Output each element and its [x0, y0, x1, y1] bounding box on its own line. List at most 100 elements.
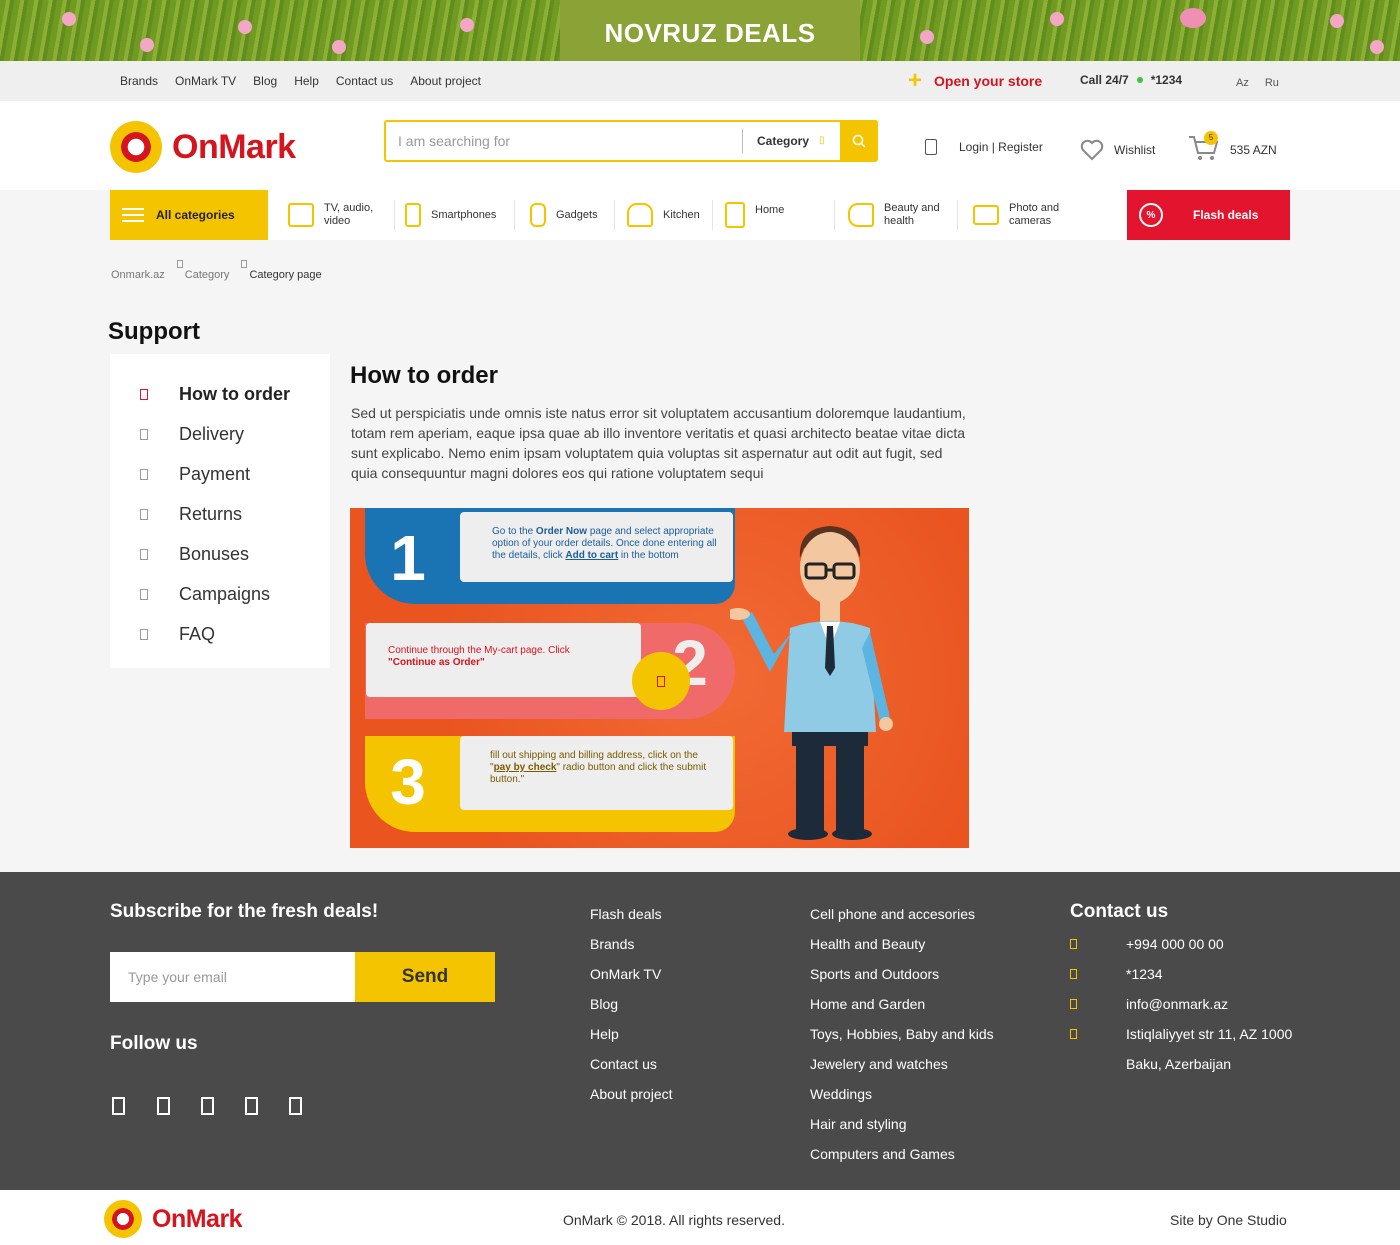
- footer-link[interactable]: Health and Beauty: [810, 936, 994, 966]
- linkedin-icon[interactable]: [289, 1097, 302, 1115]
- sidebar-item-returns[interactable]: Returns: [140, 504, 242, 525]
- washing-machine-icon: [725, 202, 745, 228]
- cart-link[interactable]: 5 535 AZN: [1188, 131, 1277, 161]
- search-input[interactable]: [398, 130, 738, 152]
- top-link-contact[interactable]: Contact us: [336, 74, 393, 88]
- wishlist-link[interactable]: Wishlist: [1080, 139, 1155, 161]
- footer-link[interactable]: Contact us: [590, 1056, 673, 1086]
- flower-decoration: [920, 30, 934, 44]
- contact-email[interactable]: info@onmark.az: [1070, 996, 1228, 1012]
- instagram-icon[interactable]: [157, 1097, 170, 1115]
- footer-link[interactable]: Blog: [590, 996, 673, 1026]
- location-icon: [1070, 1029, 1077, 1039]
- logo-mark-icon: [104, 1200, 142, 1238]
- percent-icon: %: [1139, 203, 1163, 227]
- contact-phone[interactable]: +994 000 00 00: [1070, 936, 1224, 952]
- nav-item-gadgets[interactable]: Gadgets: [530, 190, 615, 240]
- footer-link[interactable]: Cell phone and accesories: [810, 906, 994, 936]
- user-icon: [925, 139, 937, 155]
- flower-decoration: [238, 20, 252, 34]
- all-categories-label: All categories: [156, 208, 235, 222]
- footer-link[interactable]: Jewelery and watches: [810, 1056, 994, 1086]
- nav-item-photo[interactable]: Photo and cameras: [973, 190, 1093, 240]
- footer-link[interactable]: Flash deals: [590, 906, 673, 936]
- step-2-text: Continue through the My-cart page. Click: [388, 645, 570, 656]
- site-by-link[interactable]: Site by One Studio: [1170, 1212, 1287, 1228]
- nav-item-tv[interactable]: TV, audio, video: [288, 190, 395, 240]
- bullet-icon: [140, 509, 148, 520]
- footer-logo[interactable]: OnMark: [104, 1200, 243, 1238]
- chevron-down-icon: ▯: [819, 135, 825, 146]
- camera-icon: [973, 205, 999, 225]
- nav-divider: [614, 200, 615, 230]
- businessman-illustration: [730, 526, 893, 840]
- footer-link[interactable]: Help: [590, 1026, 673, 1056]
- twitter-icon[interactable]: [201, 1097, 214, 1115]
- nav-item-beauty[interactable]: Beauty and health: [848, 190, 958, 240]
- top-link-onmark-tv[interactable]: OnMark TV: [175, 74, 236, 88]
- flower-decoration: [332, 40, 346, 54]
- login-register-link[interactable]: Login | Register: [925, 139, 1043, 155]
- top-link-blog[interactable]: Blog: [253, 74, 277, 88]
- sidebar-item-label: Delivery: [179, 424, 245, 444]
- footer-link[interactable]: OnMark TV: [590, 966, 673, 996]
- top-link-help[interactable]: Help: [294, 74, 319, 88]
- all-categories-button[interactable]: All categories: [110, 190, 268, 240]
- search-icon: [852, 134, 866, 148]
- breadcrumb-home[interactable]: Onmark.az: [111, 269, 165, 281]
- step-3-card: fill out shipping and billing address, c…: [460, 736, 733, 810]
- breadcrumb-category[interactable]: Category: [185, 269, 230, 281]
- lang-az[interactable]: Az: [1236, 77, 1249, 89]
- plus-icon: +: [908, 67, 923, 94]
- nav-item-kitchen[interactable]: Kitchen: [627, 190, 713, 240]
- contact-short-number-text: *1234: [1126, 966, 1163, 982]
- category-select[interactable]: Category ▯: [742, 129, 825, 153]
- send-button[interactable]: Send: [355, 952, 495, 1002]
- phone-icon: [1070, 939, 1077, 949]
- footer-link[interactable]: Sports and Outdoors: [810, 966, 994, 996]
- page-title: Support: [108, 318, 200, 345]
- content-text: Sed ut perspiciatis unde omnis iste natu…: [351, 405, 966, 481]
- lang-ru[interactable]: Ru: [1265, 77, 1279, 89]
- sidebar-item-delivery[interactable]: Delivery: [140, 424, 244, 445]
- footer-link[interactable]: Home and Garden: [810, 996, 994, 1026]
- nav-divider: [957, 200, 958, 230]
- promo-banner[interactable]: NOVRUZ DEALS: [0, 0, 1400, 61]
- chevron-right-icon: [176, 260, 183, 268]
- step-1-card: Go to the Order Now page and select appr…: [460, 512, 733, 582]
- flash-deals-button[interactable]: % Flash deals: [1127, 190, 1290, 240]
- facebook-icon[interactable]: [112, 1097, 125, 1115]
- footer-link[interactable]: About project: [590, 1086, 673, 1116]
- bottom-bar: OnMark OnMark © 2018. All rights reserve…: [0, 1190, 1400, 1245]
- sidebar-item-how-to-order[interactable]: How to order: [140, 384, 290, 405]
- footer-link[interactable]: Brands: [590, 936, 673, 966]
- call-number: *1234: [1150, 73, 1183, 87]
- top-link-brands[interactable]: Brands: [120, 74, 158, 88]
- footer-link[interactable]: Computers and Games: [810, 1146, 994, 1176]
- nav-item-home[interactable]: Home: [725, 190, 835, 240]
- breadcrumb: Onmark.az Category Category page: [111, 260, 322, 281]
- top-link-about[interactable]: About project: [410, 74, 481, 88]
- contact-phone-text: +994 000 00 00: [1126, 936, 1224, 952]
- content-title: How to order: [350, 362, 498, 389]
- sidebar-item-payment[interactable]: Payment: [140, 464, 250, 485]
- bullet-icon: [140, 389, 148, 400]
- nav-item-smartphones[interactable]: Smartphones: [405, 190, 515, 240]
- footer-link[interactable]: Hair and styling: [810, 1116, 994, 1146]
- logo[interactable]: OnMark: [110, 121, 296, 173]
- sidebar-item-faq[interactable]: FAQ: [140, 624, 215, 645]
- open-store-link[interactable]: + Open your store: [908, 67, 1042, 94]
- footer-link[interactable]: Weddings: [810, 1086, 994, 1116]
- search-button[interactable]: [840, 120, 878, 162]
- butterfly-decoration: [1180, 8, 1206, 28]
- heart-icon: [1080, 139, 1104, 161]
- step-1-bold: Add to cart: [565, 550, 619, 561]
- sidebar-item-bonuses[interactable]: Bonuses: [140, 544, 249, 565]
- language-switcher: Az Ru: [1236, 77, 1279, 89]
- contact-short-number[interactable]: *1234: [1070, 966, 1163, 982]
- play-video-button[interactable]: [632, 652, 690, 710]
- email-input[interactable]: [110, 952, 355, 1002]
- youtube-icon[interactable]: [245, 1097, 258, 1115]
- footer-link[interactable]: Toys, Hobbies, Baby and kids: [810, 1026, 994, 1056]
- sidebar-item-campaigns[interactable]: Campaigns: [140, 584, 270, 605]
